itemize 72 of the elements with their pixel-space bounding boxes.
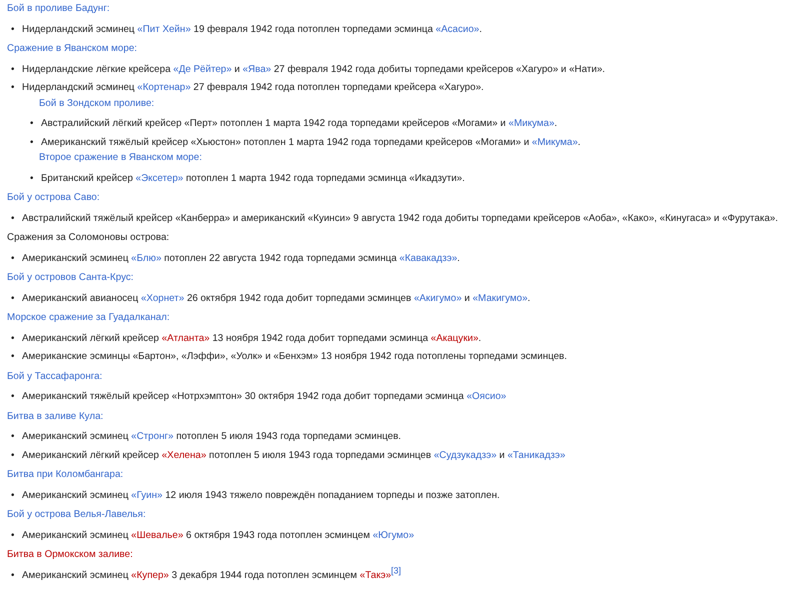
section-heading-link[interactable]: Бой у острова Саво: (7, 189, 100, 206)
list-item-text: Американский лёгкий крейсер «Атланта» 13 ноября 1942 года добит торпедами эсминца «Акацуки». (22, 332, 482, 346)
ship-link[interactable]: «Микума» (532, 136, 578, 148)
bullet: • (11, 390, 16, 404)
bullet: • (11, 212, 16, 226)
section-heading: Сражения за Соломоновы острова: (7, 232, 170, 243)
section-heading-link[interactable]: Битва в заливе Кула: (7, 408, 104, 425)
bullet: • (30, 117, 34, 131)
ship-link[interactable]: «Гуин» (131, 490, 162, 500)
ship-link[interactable]: «Атланта» (162, 332, 210, 344)
list-item-text: Австралийский лёгкий крейсер «Перт» потоплен 1 марта 1942 года торпедами крейсеров «Могами» и «Микума». (41, 117, 558, 131)
list-item-text: Нидерландский эсминец «Пит Хейн» 19 февраля 1942 года потоплен торпедами эсминца «Асасио». (22, 22, 482, 36)
section-heading-link[interactable]: Битва при Коломбангара: (7, 466, 124, 484)
bullet: • (11, 448, 16, 462)
list-item-text: Австралийский тяжёлый крейсер «Канберра» и американский «Куинси» 9 августа 1942 года добиты торпедами крейсеров «Аоба», «Како», «Кинугаса» и «Фурутака». (22, 212, 778, 226)
footnote-link[interactable]: [3] (391, 565, 402, 576)
bullet: • (30, 172, 34, 186)
bullet: • (11, 292, 16, 306)
bullet: • (11, 430, 16, 444)
ship-link[interactable]: «Югумо» (372, 530, 414, 540)
bullet: • (11, 528, 16, 542)
ship-link[interactable]: «Купер» (131, 570, 169, 580)
section-heading-link[interactable]: Бой у острова Велья-Лавелья: (7, 506, 146, 524)
ship-link[interactable]: «Де Рёйтер» (173, 64, 232, 74)
ship-link[interactable]: «Кортенар» (137, 82, 191, 93)
list-item-text: Американский тяжёлый крейсер «Нотрхэмптон» 30 октября 1942 года добит торпедами эсминца «Оясио» (22, 390, 506, 404)
list-item-text: Американский эсминец «Стронг» потоплен 5 июля 1943 года торпедами эсминцев. (22, 430, 401, 444)
bullet: • (11, 22, 16, 36)
ship-link[interactable]: «Шевалье» (131, 530, 184, 540)
list-item-text: Американский тяжёлый крейсер «Хьюстон» потоплен 1 марта 1942 года торпедами крейсеров «Могами» и «Микума». (41, 136, 581, 150)
ship-link[interactable]: «Блю» (131, 252, 162, 264)
bullet: • (11, 488, 16, 502)
section-heading-link[interactable]: Бой у Тассафаронга: (7, 368, 102, 385)
list-item-text: Американский авианосец «Хорнет» 26 октября 1942 года добит торпедами эсминцев «Акигумо» и «Макигумо». (22, 292, 530, 306)
ship-link[interactable]: «Микума» (508, 118, 554, 129)
section-heading-link[interactable]: Битва в Ормокском заливе: (7, 546, 133, 564)
section-heading-link[interactable]: Сражение в Яванском море: (7, 40, 137, 58)
list-item-text: Американский лёгкий крейсер «Хелена» потоплен 5 июля 1943 года торпедами эсминцев «Судзукадзэ» и «Таникадзэ» (22, 448, 566, 462)
ship-link[interactable]: «Судзукадзэ» (434, 450, 497, 460)
bullet: • (11, 81, 16, 95)
bullet: • (30, 136, 34, 150)
ship-link[interactable]: «Хорнет» (140, 292, 184, 304)
section-heading-link[interactable]: Бой в проливе Бадунг: (7, 0, 110, 18)
section-heading-link[interactable]: Бой у островов Санта-Крус: (7, 269, 134, 286)
ship-link[interactable]: «Кавакадзэ» (399, 252, 458, 264)
ship-link[interactable]: «Таникадзэ» (507, 450, 566, 460)
list-item-text: Британский крейсер «Эксетер» потоплен 1 марта 1942 года торпедами эсминца «Икадзути». (41, 172, 465, 186)
bullet: • (11, 350, 16, 364)
ship-link[interactable]: «Эксетер» (136, 172, 184, 184)
ship-link[interactable]: «Пит Хейн» (137, 24, 191, 34)
list-item-text: Нидерландские лёгкие крейсера «Де Рёйтер» и «Ява» 27 февраля 1942 года добиты торпедами крейсеров «Хагуро» и «Нати». (22, 62, 605, 76)
ship-link[interactable]: «Асасио» (436, 24, 480, 34)
bullet: • (11, 568, 16, 582)
list-item-text: Нидерландский эсминец «Кортенар» 27 февраля 1942 года потоплен торпедами крейсера «Хагуро». (22, 81, 484, 95)
bullet: • (11, 62, 16, 76)
list-item-text: Американский эсминец «Блю» потоплен 22 августа 1942 года торпедами эсминца «Кавакадзэ». (22, 252, 460, 266)
ship-link[interactable]: «Оясио» (466, 391, 506, 402)
list-item-text: Американский эсминец «Гуин» 12 июля 1943 тяжело повреждён попаданием торпеды и позже затоплен. (22, 488, 500, 502)
ship-link[interactable]: «Такэ» (360, 570, 392, 580)
bullet: • (11, 252, 16, 266)
ship-link[interactable]: «Макигумо» (472, 292, 528, 304)
section-heading-link[interactable]: Морское сражение за Гуадалканал: (7, 309, 170, 326)
list-item-text: Американский эсминец «Шевалье» 6 октября 1943 года потоплен эсминцем «Югумо» (22, 528, 414, 542)
subsection-heading-link[interactable]: Второе сражение в Яванском море: (39, 149, 202, 166)
ship-link[interactable]: «Акигумо» (414, 292, 462, 304)
ship-link[interactable]: «Ява» (242, 64, 272, 74)
bullet: • (11, 332, 16, 346)
ship-link[interactable]: «Хелена» (162, 450, 206, 460)
ship-link[interactable]: «Стронг» (131, 431, 174, 442)
ship-link[interactable]: «Акацуки» (430, 332, 478, 344)
list-item-text: Американские эсминцы «Бартон», «Лэффи», «Уолк» и «Бенхэм» 13 ноября 1942 года потоплены торпедами эсминцев. (22, 350, 567, 364)
subsection-heading-link[interactable]: Бой в Зондском проливе: (39, 94, 154, 112)
